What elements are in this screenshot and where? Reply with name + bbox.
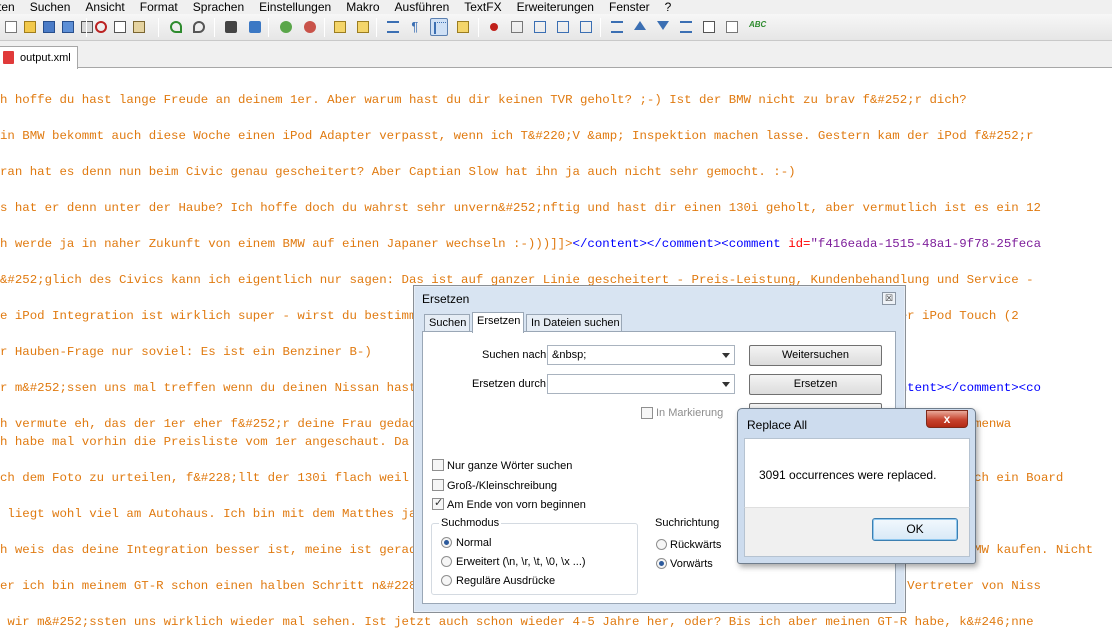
menu-format[interactable]: Format [132,0,185,14]
editor-line: r Hauben-Frage nur soviel: Es ist ein Be… [0,345,372,359]
cut-icon[interactable] [92,18,110,36]
in-selection-label: In Markierung [656,407,724,419]
play-macro-multiple-icon[interactable] [554,18,572,36]
menu-run[interactable]: Ausführen [387,0,457,14]
dialog-title: Ersetzen [422,292,470,306]
mode-extended-label: Erweitert (\n, \r, \t, \0, \x ...) [456,556,586,568]
editor-line: in BMW bekommt auch diese Woche einen iP… [0,129,1034,143]
direction-forward-radio[interactable] [656,558,667,569]
direction-title: Suchrichtung [655,517,720,529]
direction-backward-radio[interactable] [656,539,667,550]
console-icon[interactable] [700,18,718,36]
menu-window[interactable]: Fenster [601,0,657,14]
play-macro-icon[interactable] [531,18,549,36]
toolbar: ¶ ABC [0,14,1112,41]
wrap-around-checkbox[interactable] [432,496,444,510]
new-file-icon[interactable] [2,18,20,36]
find-combobox[interactable]: &nbsp; [547,345,735,365]
mode-regex-label: Reguläre Ausdrücke [456,575,556,587]
sync-horizontal-icon[interactable] [354,18,372,36]
editor-line: h werde ja in naher Zukunft von einem BM… [0,237,1042,251]
search-mode-title: Suchmodus [439,517,502,529]
document-icon[interactable] [723,18,741,36]
direction-backward-label: Rückwärts [670,539,722,551]
editor-line: wir m&#252;ssten uns wirklich wieder mal… [0,615,1034,629]
copy-icon[interactable] [111,18,129,36]
menu-view[interactable]: Ansicht [77,0,131,14]
message-text: 3091 occurrences were replaced. [759,468,937,482]
udl-icon[interactable] [454,18,472,36]
menu-search[interactable]: Suchen [22,0,78,14]
menu-macro[interactable]: Makro [338,0,386,14]
find-next-button[interactable]: Weitersuchen [749,345,882,366]
menu-language[interactable]: Sprachen [185,0,251,14]
menu-file[interactable]: ten [0,0,22,14]
whole-words-label: Nur ganze Wörter suchen [447,460,573,472]
mode-extended-radio[interactable] [441,556,452,567]
tab-find[interactable]: Suchen [424,314,470,332]
zoom-in-icon[interactable] [277,18,295,36]
replace-button[interactable]: Ersetzen [749,374,882,395]
message-box-title: Replace All [747,418,808,432]
match-case-label: Groß-/Kleinschreibung [447,480,558,492]
replace-label: Ersetzen durch [472,378,546,390]
whole-words-checkbox[interactable] [432,459,444,471]
paste-icon[interactable] [130,18,148,36]
zoom-out-icon[interactable] [301,18,319,36]
replace-combobox[interactable] [547,374,735,394]
triangle-up-icon[interactable] [631,18,649,36]
save-macro-icon[interactable] [577,18,595,36]
save-icon[interactable] [40,18,58,36]
close-icon[interactable]: ☒ [882,292,896,305]
chevron-down-icon[interactable] [722,353,730,358]
menu-settings[interactable]: Einstellungen [251,0,338,14]
indent-guide-icon[interactable] [430,18,448,36]
record-macro-icon[interactable] [485,18,503,36]
chevron-down-icon[interactable] [722,382,730,387]
find-icon[interactable] [222,18,240,36]
find-value: &nbsp; [552,349,587,361]
sync-vertical-icon[interactable] [331,18,349,36]
mode-regex-radio[interactable] [441,575,452,586]
menu-plugins[interactable]: Erweiterungen [509,0,601,14]
message-footer: OK [744,507,970,557]
find-label: Suchen nach [482,349,547,361]
tab-output-xml[interactable]: output.xml [0,46,78,69]
ok-button[interactable]: OK [872,518,958,541]
stop-macro-icon[interactable] [508,18,526,36]
menu-textfx[interactable]: TextFX [456,0,508,14]
replace-icon[interactable] [246,18,264,36]
redo-icon[interactable] [190,18,208,36]
editor-line: s hat er denn unter der Haube? Ich hoffe… [0,201,1041,215]
file-modified-icon [3,51,14,64]
mode-normal-radio[interactable] [441,537,452,548]
word-wrap-icon[interactable] [384,18,402,36]
compare-icon[interactable] [677,18,695,36]
open-file-icon[interactable] [21,18,39,36]
mode-normal-label: Normal [456,537,492,549]
spellcheck-icon[interactable]: ABC [746,18,766,36]
message-body: 3091 occurrences were replaced. [744,438,970,507]
collapse-icon[interactable] [608,18,626,36]
save-all-icon[interactable] [59,18,77,36]
triangle-down-icon[interactable] [654,18,672,36]
tab-replace[interactable]: Ersetzen [472,312,524,333]
show-all-chars-icon[interactable]: ¶ [406,18,424,36]
editor-line: h hoffe du hast lange Freude an deinem 1… [0,93,967,107]
tab-find-in-files[interactable]: In Dateien suchen [526,314,622,332]
replace-all-message-box: Replace All x 3091 occurrences were repl… [737,408,976,564]
tab-bar: output.xml [0,41,1112,69]
in-selection-checkbox[interactable] [641,407,653,419]
tab-label: output.xml [20,52,71,64]
close-button[interactable]: x [926,410,968,428]
direction-forward-label: Vorwärts [670,558,713,570]
menu-bar: ten Suchen Ansicht Format Sprachen Einst… [0,0,1112,14]
undo-icon[interactable] [167,18,185,36]
match-case-checkbox[interactable] [432,479,444,491]
menu-help[interactable]: ? [657,0,679,14]
editor-line: ran hat es denn nun beim Civic genau ges… [0,165,796,179]
wrap-around-label: Am Ende von vorn beginnen [447,499,586,511]
